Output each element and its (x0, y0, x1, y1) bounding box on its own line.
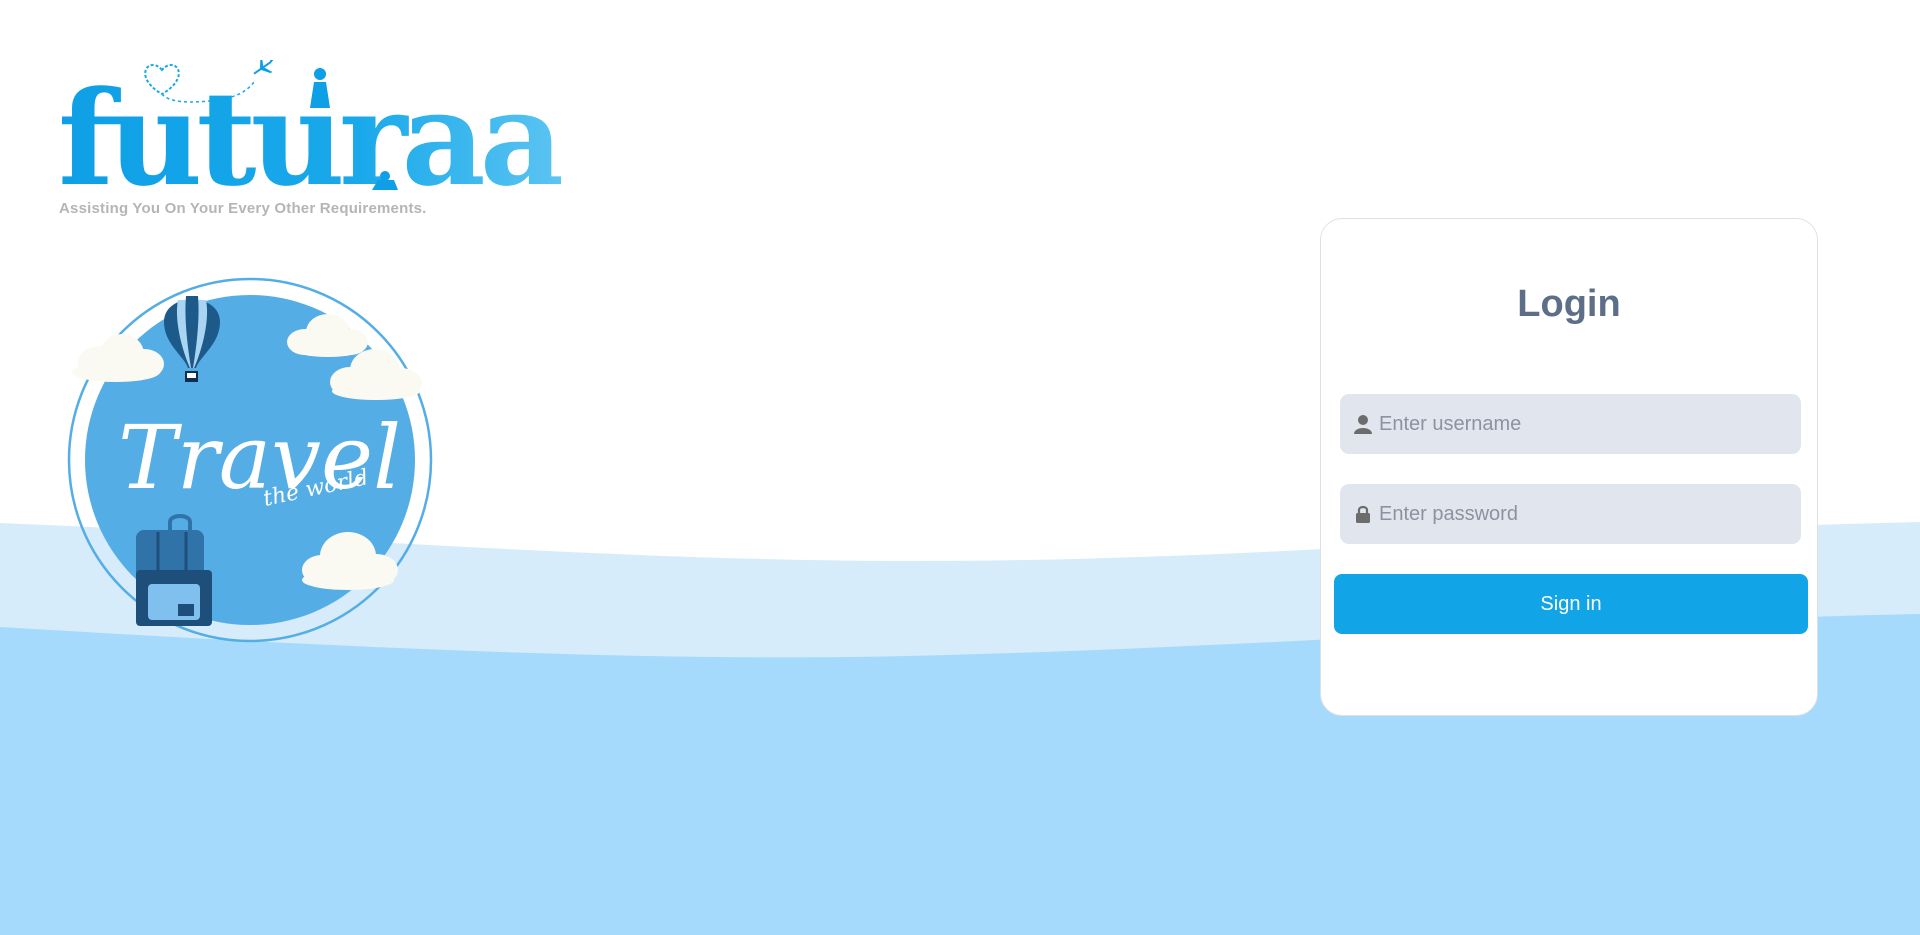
futuraa-wordmark: futuraa (58, 60, 568, 195)
lock-icon (1353, 503, 1373, 525)
password-input[interactable] (1377, 484, 1801, 544)
travel-script-title: Travel (118, 406, 401, 509)
password-field[interactable] (1340, 484, 1801, 544)
user-icon (1353, 413, 1373, 435)
login-card: Login Sign in (1320, 218, 1818, 716)
brand-logo: futuraa Assisting You On Your Every Othe… (58, 60, 598, 220)
username-input[interactable] (1377, 394, 1801, 454)
travel-badge: Travel the world (60, 270, 440, 650)
login-title: Login (1517, 283, 1621, 325)
backpack-icon (136, 514, 212, 626)
logo-wordmark-text: futuraa (58, 62, 562, 195)
travel-illustration: Travel the world (67, 277, 433, 643)
sign-in-button[interactable]: Sign in (1334, 574, 1808, 634)
username-field[interactable] (1340, 394, 1801, 454)
login-page: futuraa Assisting You On Your Every Othe… (0, 0, 1920, 935)
tagline: Assisting You On Your Every Other Requir… (59, 200, 427, 217)
